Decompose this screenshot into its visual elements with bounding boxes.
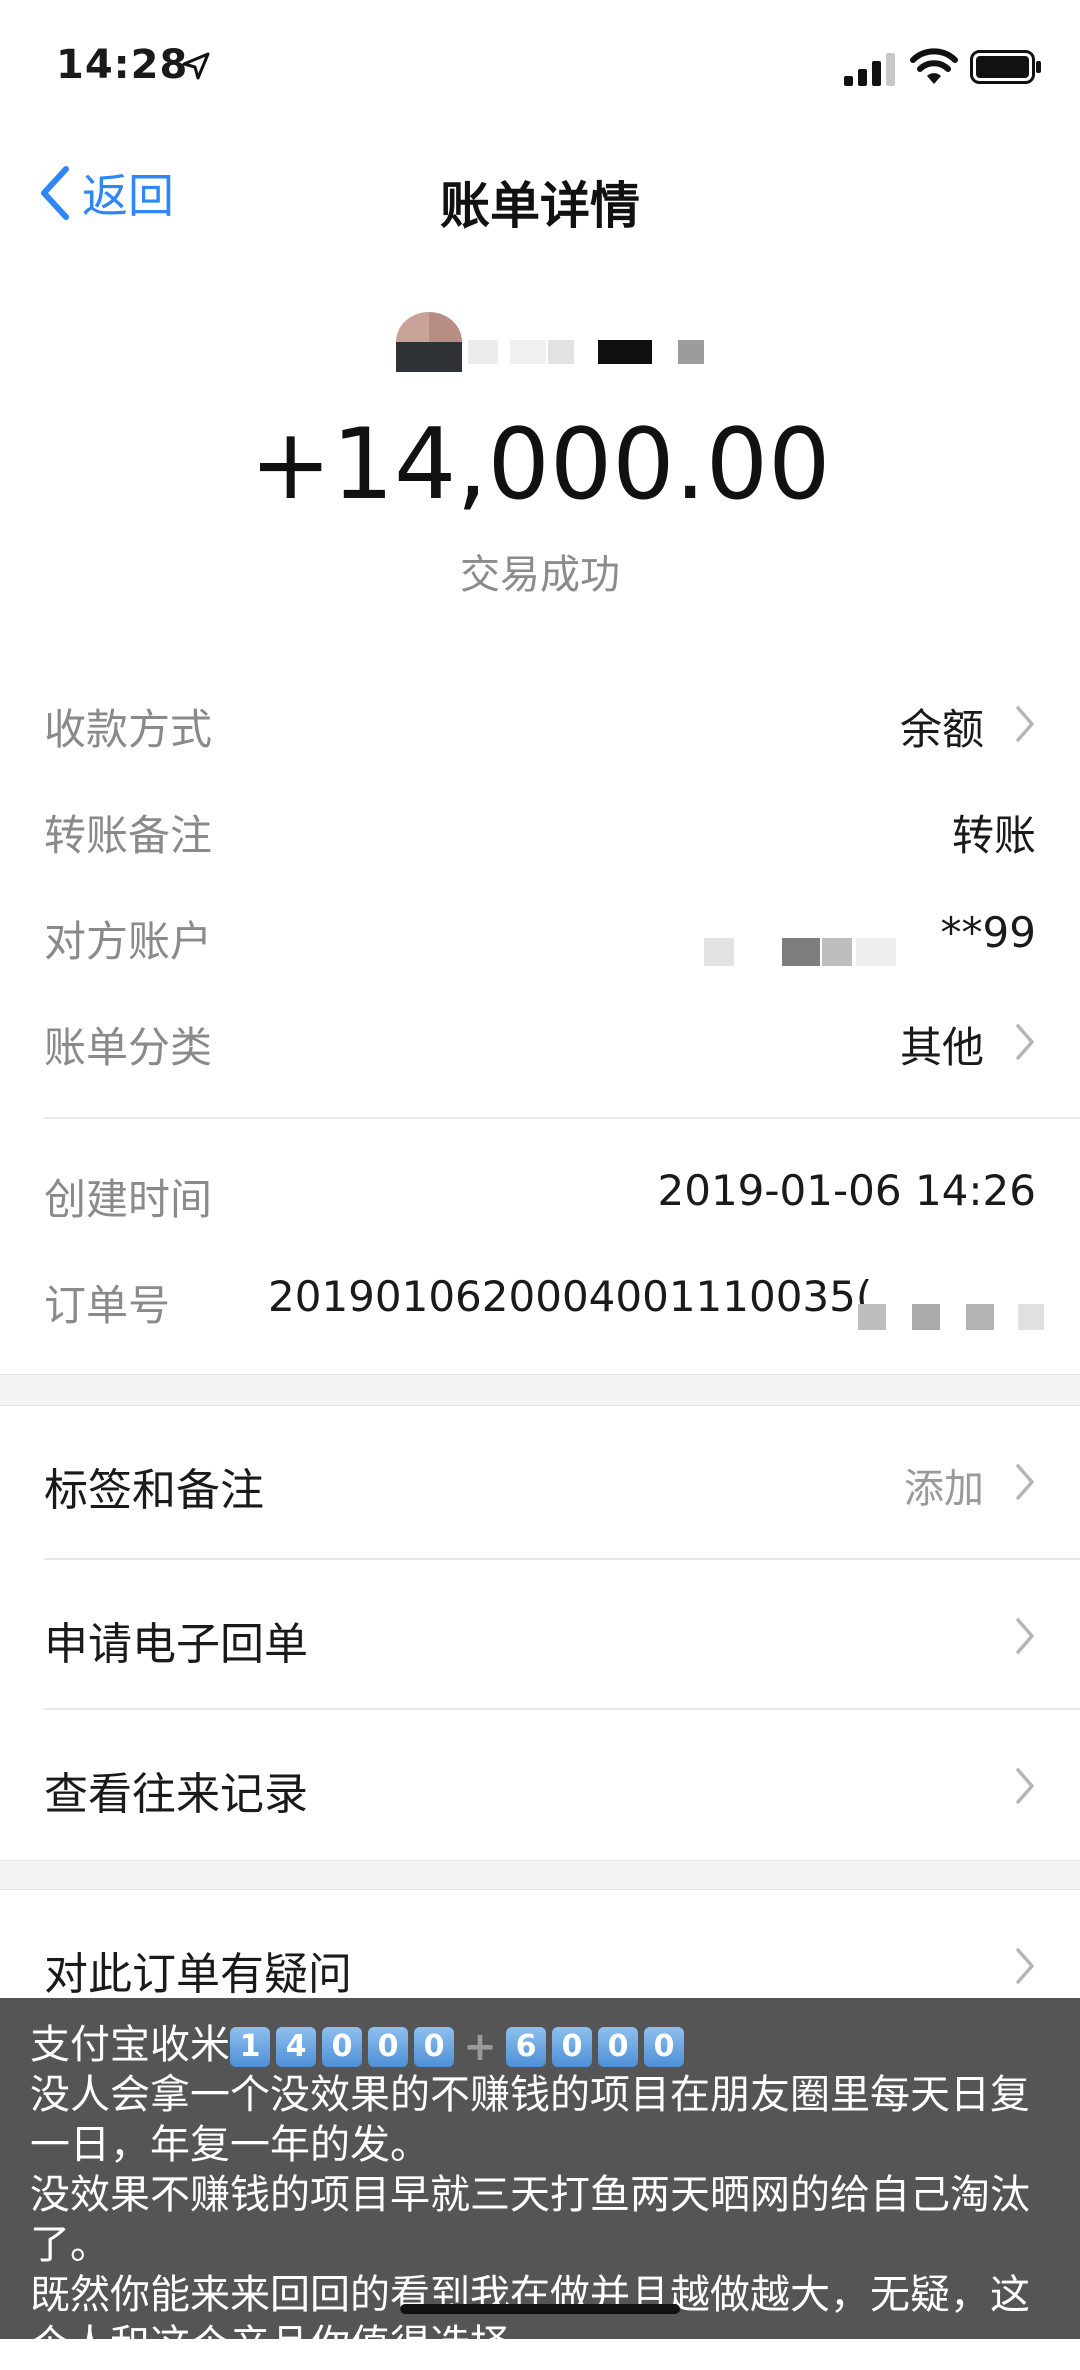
digit-tile: 4 xyxy=(276,2027,316,2067)
cell-label: 对此订单有疑问 xyxy=(44,1949,352,2000)
cell-label: 查看往来记录 xyxy=(44,1769,308,1820)
section-gap xyxy=(0,1860,1080,1890)
detail-label: 订单号 xyxy=(44,1281,171,1330)
digit-tile: 0 xyxy=(644,2027,684,2067)
chevron-right-icon xyxy=(1016,1948,1034,1984)
caption-overlay: 支付宝收米 1 4 0 0 0 +6 0 0 0 没人会拿一个没效果的不赚钱的项目在朋友圈里每天日… xyxy=(0,1998,1080,2368)
amount: +14,000.00 xyxy=(249,408,831,522)
detail-value: 余额 xyxy=(899,705,984,754)
detail-row-category[interactable]: 账单分类 其他 xyxy=(0,988,1080,1094)
digit-tile: 0 xyxy=(598,2027,638,2067)
detail-label: 收款方式 xyxy=(44,705,213,754)
cell-label: 标签和备注 xyxy=(44,1465,264,1516)
order-number-blur xyxy=(858,1304,886,1330)
digit-tile: 1 xyxy=(230,2027,270,2067)
digit-tile: 0 xyxy=(552,2027,592,2067)
cell-label: 申请电子回单 xyxy=(44,1619,308,1670)
nav-bar: 返回 账单详情 xyxy=(0,130,1080,250)
detail-row-created-time: 创建时间 2019-01-06 14:26 xyxy=(0,1140,1080,1246)
avatar xyxy=(396,312,462,372)
status-bar: 14:28 xyxy=(0,0,1080,130)
status-time: 14:28 xyxy=(56,42,189,88)
e-receipt-item[interactable]: 申请电子回单 xyxy=(0,1560,1080,1710)
transaction-history-item[interactable]: 查看往来记录 xyxy=(0,1710,1080,1860)
caption-line-1: 支付宝收米 1 4 0 0 0 +6 0 0 0 xyxy=(30,2020,1050,2070)
caption-prefix: 支付宝收米 xyxy=(30,2022,230,2068)
wifi-icon xyxy=(910,48,958,84)
plus-icon: + xyxy=(463,2024,497,2070)
chevron-right-icon xyxy=(1016,1024,1034,1060)
section-gap xyxy=(0,1374,1080,1406)
detail-row-remark: 转账备注 转账 xyxy=(0,776,1080,882)
detail-value: 转账 xyxy=(951,811,1036,860)
caption-line-4: 既然你能来来回回的看到我在做并且越做越大，无疑，这个人和这个产品你值得选择。..… xyxy=(30,2272,1030,2368)
signal-icon xyxy=(844,53,895,86)
detail-value: 2019-01-06 14:26 xyxy=(657,1166,1036,1215)
detail-row-order-no: 订单号 2019010620004001110035( xyxy=(0,1246,1080,1352)
trade-status: 交易成功 xyxy=(460,552,620,598)
digit-tile: 0 xyxy=(414,2027,454,2067)
digit-tile: 0 xyxy=(322,2027,362,2067)
detail-label: 转账备注 xyxy=(44,811,213,860)
page-title: 账单详情 xyxy=(440,177,640,235)
divider xyxy=(44,1117,1080,1119)
tags-and-notes-item[interactable]: 标签和备注 添加 xyxy=(0,1406,1080,1556)
chevron-right-icon xyxy=(1016,1618,1034,1654)
detail-label: 创建时间 xyxy=(44,1175,213,1224)
detail-row-payment-method[interactable]: 收款方式 余额 xyxy=(0,670,1080,776)
home-indicator xyxy=(400,2304,680,2314)
digit-tile: 6 xyxy=(506,2027,546,2067)
detail-row-counterparty: 对方账户 **99 xyxy=(0,882,1080,988)
caption-line-3: 没效果不赚钱的项目早就三天打鱼两天晒网的给自己淘汰了。 xyxy=(30,2172,1030,2268)
account-blur xyxy=(704,938,734,966)
order-number: 2019010620004001110035( xyxy=(268,1272,873,1321)
detail-label: 对方账户 xyxy=(44,917,213,966)
payer-name-blur xyxy=(468,340,498,364)
chevron-right-icon xyxy=(1016,1464,1034,1500)
chevron-right-icon xyxy=(1016,706,1034,742)
caption-line-2: 没人会拿一个没效果的不赚钱的项目在朋友圈里每天日复一日，年复一年的发。 xyxy=(30,2072,1030,2168)
digit-tile: 0 xyxy=(368,2027,408,2067)
chevron-right-icon xyxy=(1016,1768,1034,1804)
location-arrow-icon xyxy=(182,52,210,80)
detail-value: **99 xyxy=(940,908,1036,957)
cell-value: 添加 xyxy=(904,1466,984,1512)
battery-icon xyxy=(970,50,1041,84)
detail-label: 账单分类 xyxy=(44,1023,213,1072)
payer-info xyxy=(0,300,1080,380)
detail-value: 其他 xyxy=(899,1023,984,1072)
